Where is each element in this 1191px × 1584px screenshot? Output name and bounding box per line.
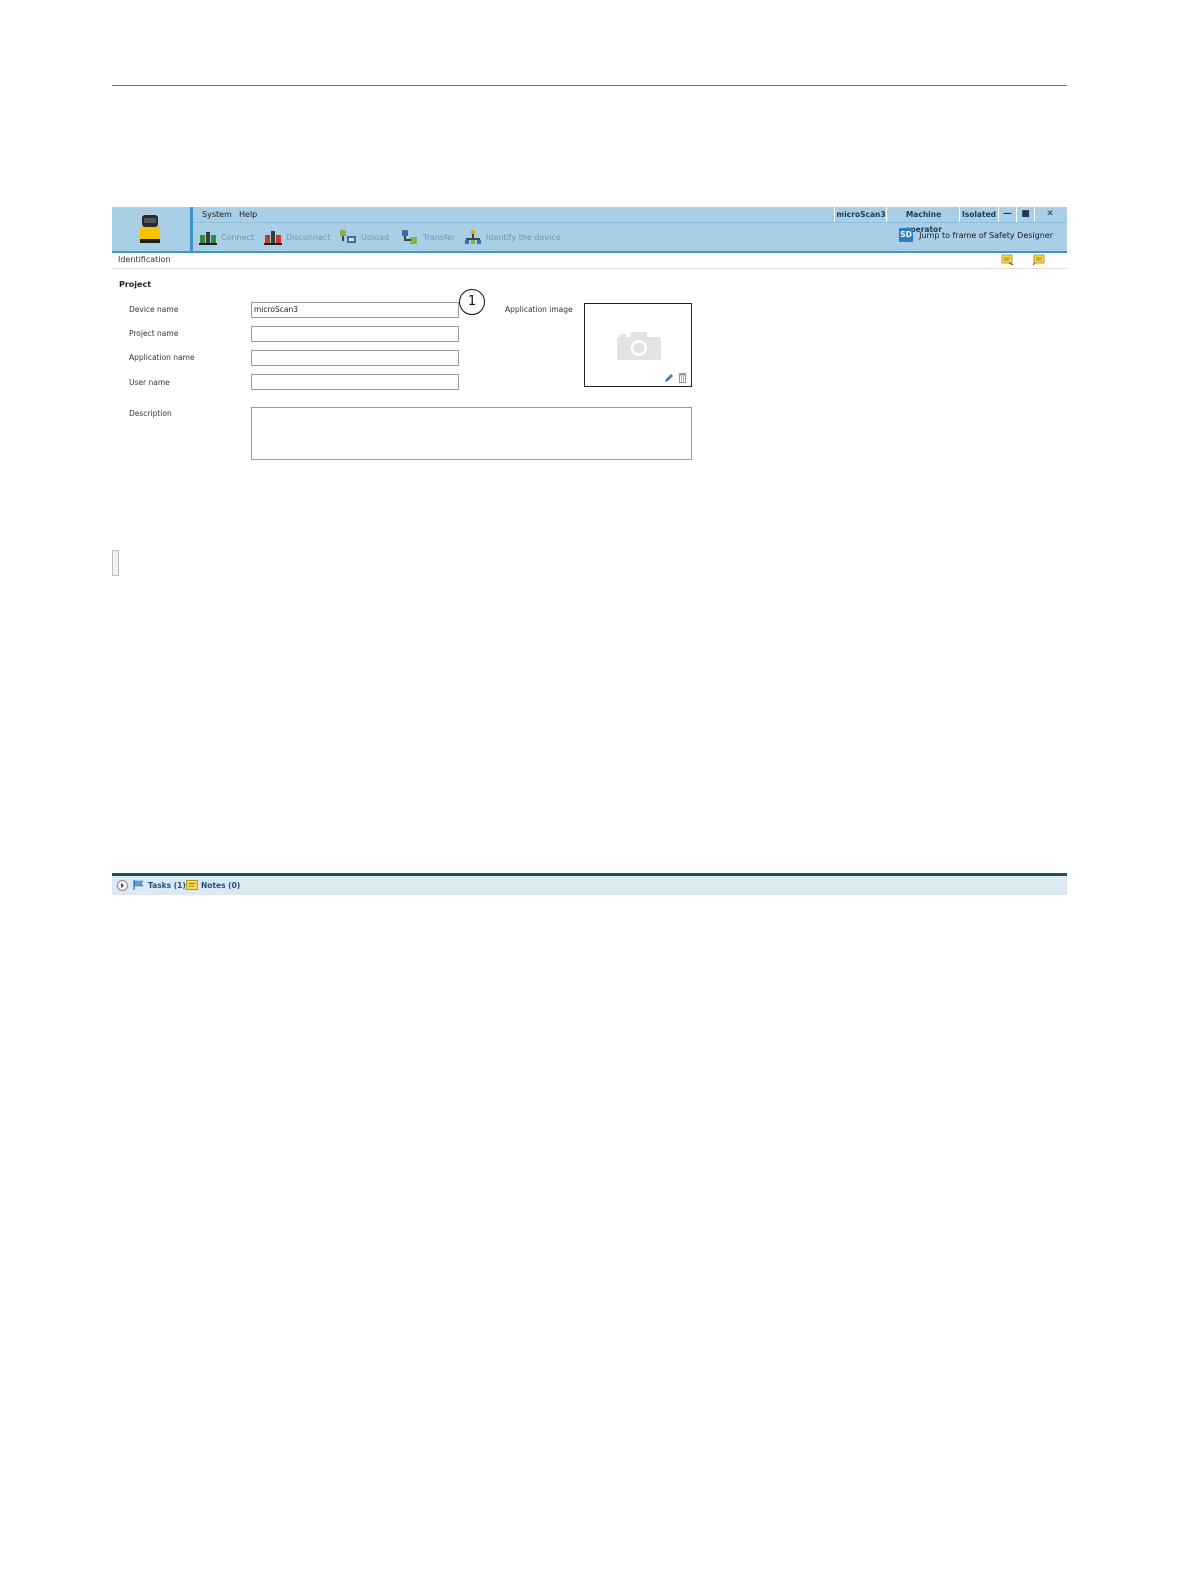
notes-tab[interactable]: Notes (0) xyxy=(186,880,240,890)
flag-icon xyxy=(133,880,144,890)
camera-placeholder-icon xyxy=(617,332,661,360)
status-device-name: microScan3 xyxy=(834,207,887,222)
show-notes-icon[interactable] xyxy=(1032,254,1045,266)
transfer-icon xyxy=(402,230,417,244)
disconnect-label: Disconnect xyxy=(286,232,331,242)
bottom-status-bar: Tasks (1) Notes (0) xyxy=(112,876,1067,895)
user-name-input[interactable] xyxy=(251,374,459,390)
add-note-icon[interactable] xyxy=(1001,254,1014,266)
safety-designer-icon: SD xyxy=(899,228,914,242)
connect-button[interactable]: Connect xyxy=(199,229,254,245)
identify-device-label: Identify the device xyxy=(486,232,561,242)
close-button[interactable]: ✕ xyxy=(1034,207,1065,222)
jump-to-safety-designer-button[interactable]: SD Jump to frame of Safety Designer xyxy=(899,228,1053,242)
scanner-device-icon xyxy=(140,215,160,243)
connect-icon xyxy=(199,232,217,245)
application-image-label: Application image xyxy=(505,305,573,314)
identify-device-button[interactable]: Identify the device xyxy=(464,229,561,245)
disconnect-button[interactable]: Disconnect xyxy=(264,229,330,245)
play-arrow-icon xyxy=(121,883,124,888)
page-header-rule xyxy=(112,85,1067,86)
description-textarea[interactable] xyxy=(251,407,692,460)
jump-label: Jump to frame of Safety Designer xyxy=(919,230,1053,240)
safety-designer-window: System Help microScan3 Machine operator … xyxy=(112,207,1067,895)
disconnect-icon xyxy=(264,231,282,245)
application-name-label: Application name xyxy=(129,353,195,362)
menu-system[interactable]: System xyxy=(202,210,232,219)
expand-panel-button[interactable] xyxy=(117,880,128,891)
side-panel-expand-handle[interactable] xyxy=(112,550,119,576)
menu-help[interactable]: Help xyxy=(239,210,257,219)
upload-label: Upload xyxy=(361,232,390,242)
upload-button[interactable]: Upload xyxy=(339,229,389,245)
callout-marker: 1 xyxy=(459,289,485,315)
status-connection: Isolated xyxy=(959,207,998,222)
page-title: Identification xyxy=(118,255,171,264)
status-user-level[interactable]: Machine operator xyxy=(886,207,960,234)
delete-image-icon[interactable] xyxy=(678,372,687,383)
upload-icon xyxy=(340,230,356,243)
device-name-label: Device name xyxy=(129,305,179,314)
device-name-input[interactable] xyxy=(251,302,459,318)
toolbar: Connect Disconnect Upload Transfer Ident… xyxy=(193,223,1067,251)
notes-label: Notes (0) xyxy=(201,880,241,890)
project-name-input[interactable] xyxy=(251,326,459,342)
transfer-label: Transfer xyxy=(423,232,456,242)
app-header: System Help microScan3 Machine operator … xyxy=(112,207,1067,253)
application-image-box[interactable] xyxy=(584,303,692,387)
connect-label: Connect xyxy=(221,232,255,242)
project-name-label: Project name xyxy=(129,329,179,338)
identify-device-icon xyxy=(465,230,481,244)
note-icon xyxy=(186,880,198,890)
application-name-input[interactable] xyxy=(251,350,459,366)
user-name-label: User name xyxy=(129,378,170,387)
project-section-title: Project xyxy=(119,280,152,289)
tasks-label: Tasks (1) xyxy=(148,880,186,890)
description-label: Description xyxy=(129,409,172,418)
maximize-button[interactable]: ■ xyxy=(1016,207,1034,222)
transfer-button[interactable]: Transfer xyxy=(401,229,455,245)
edit-image-icon[interactable] xyxy=(664,373,674,383)
minimize-button[interactable]: — xyxy=(998,207,1016,222)
device-logo-area xyxy=(112,207,193,251)
menu-bar: System Help microScan3 Machine operator … xyxy=(193,207,1067,234)
tasks-tab[interactable]: Tasks (1) xyxy=(133,880,186,890)
page-tab-row: Identification xyxy=(112,253,1067,269)
